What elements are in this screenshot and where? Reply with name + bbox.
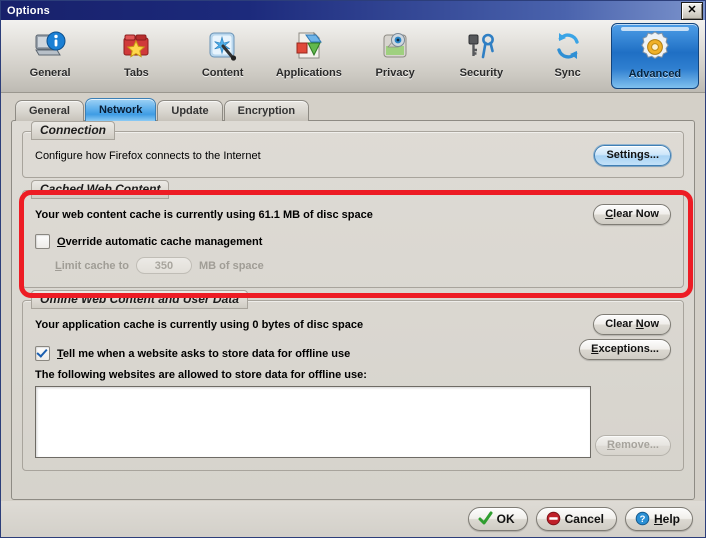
offline-web-content-group-title: Offline Web Content and User Data xyxy=(31,290,248,310)
connection-settings-button[interactable]: Settings... xyxy=(594,145,671,167)
limit-cache-row: Limit cache to 350 MB of space xyxy=(55,257,671,275)
toolbar-label-sync: Sync xyxy=(554,67,581,79)
override-cache-checkbox-row[interactable]: Override automatic cache management xyxy=(35,234,671,250)
content-cursor-icon xyxy=(205,28,241,64)
connection-group-title: Connection xyxy=(31,121,115,140)
override-cache-checkbox[interactable] xyxy=(35,234,50,250)
offline-list-row: Remove... xyxy=(35,381,671,459)
ok-button[interactable]: OK xyxy=(467,507,528,531)
tab-encryption[interactable]: Encryption xyxy=(223,100,310,121)
offline-usage-text: Your application cache is currently usin… xyxy=(35,318,364,331)
help-button[interactable]: ? Help xyxy=(624,507,693,531)
cache-usage-row: Your web content cache is currently usin… xyxy=(35,204,671,226)
toolbar-label-advanced: Advanced xyxy=(628,68,682,80)
options-dialog: Options ✕ General Tabs Content Applicati… xyxy=(0,0,706,538)
offline-web-content-group: Offline Web Content and User Data Your a… xyxy=(22,290,684,472)
offline-sites-listbox[interactable] xyxy=(35,386,591,459)
offline-notify-checkbox-row[interactable]: Tell me when a website asks to store dat… xyxy=(35,346,350,362)
limit-cache-input[interactable]: 350 xyxy=(135,257,192,275)
cache-usage-text: Your web content cache is currently usin… xyxy=(35,208,373,221)
connection-description: Configure how Firefox connects to the In… xyxy=(35,149,261,162)
cached-web-content-group: Cached Web Content Your web content cach… xyxy=(22,180,684,289)
question-mark-icon: ? xyxy=(635,511,650,526)
tab-network[interactable]: Network xyxy=(84,98,157,121)
cancel-button-label: Cancel xyxy=(564,511,604,526)
connection-group: Connection Configure how Firefox connect… xyxy=(22,121,684,179)
limit-cache-suffix: MB of space xyxy=(198,259,264,272)
toolbar-item-sync[interactable]: Sync xyxy=(525,23,611,89)
cancel-circle-icon xyxy=(546,511,561,526)
toolbar-item-general[interactable]: General xyxy=(7,23,93,89)
offline-remove-button: Remove... xyxy=(595,435,671,457)
advanced-gear-icon xyxy=(637,29,673,65)
toolbar-item-content[interactable]: Content xyxy=(180,23,266,89)
toolbar-label-applications: Applications xyxy=(275,67,342,79)
cancel-button[interactable]: Cancel xyxy=(535,507,617,531)
toolbar-label-privacy: Privacy xyxy=(375,67,415,79)
title-bar: Options ✕ xyxy=(1,1,705,20)
toolbar-label-security: Security xyxy=(459,67,504,79)
network-settings-panel: Connection Configure how Firefox connect… xyxy=(11,120,695,500)
offline-notify-checkbox[interactable] xyxy=(35,346,50,362)
computer-info-icon xyxy=(32,28,68,64)
settings-tabstrip: General Network Update Encryption xyxy=(15,98,705,121)
connection-row: Configure how Firefox connects to the In… xyxy=(35,145,671,167)
offline-list-caption: The following websites are allowed to st… xyxy=(35,369,367,382)
checkmark-icon xyxy=(478,511,493,526)
category-toolbar: General Tabs Content Applications Privac… xyxy=(1,20,705,93)
cache-clear-now-button[interactable]: Clear Now xyxy=(593,204,671,226)
toolbar-item-advanced[interactable]: Advanced xyxy=(610,23,699,89)
toolbar-label-content: Content xyxy=(201,67,244,79)
offline-usage-row: Your application cache is currently usin… xyxy=(35,314,671,336)
limit-cache-prefix: Limit cache to xyxy=(55,259,129,272)
tab-update[interactable]: Update xyxy=(157,100,223,121)
close-icon[interactable]: ✕ xyxy=(681,1,703,20)
toolbar-item-privacy[interactable]: Privacy xyxy=(352,23,438,89)
offline-exceptions-button[interactable]: Exceptions... xyxy=(579,338,671,360)
security-key-icon xyxy=(463,28,499,64)
offline-notify-row: Tell me when a website asks to store dat… xyxy=(35,337,671,362)
tab-general[interactable]: General xyxy=(15,100,84,121)
sync-arrows-icon xyxy=(550,28,586,64)
svg-text:?: ? xyxy=(640,514,646,525)
ok-button-label: OK xyxy=(496,511,515,526)
offline-clear-now-button[interactable]: Clear Now xyxy=(593,314,671,336)
privacy-mask-icon xyxy=(377,28,413,64)
applications-icon xyxy=(291,28,327,64)
toolbar-label-general: General xyxy=(29,67,71,79)
cached-web-content-group-title: Cached Web Content xyxy=(31,180,170,200)
toolbar-item-security[interactable]: Security xyxy=(438,23,524,89)
toolbar-item-applications[interactable]: Applications xyxy=(266,23,352,89)
help-button-label: Help xyxy=(653,511,680,526)
offline-notify-label[interactable]: Tell me when a website asks to store dat… xyxy=(57,348,350,360)
toolbar-item-tabs[interactable]: Tabs xyxy=(93,23,179,89)
dialog-button-bar: OK Cancel ? Help xyxy=(1,501,705,537)
tabs-star-icon xyxy=(118,28,154,64)
override-cache-label[interactable]: Override automatic cache management xyxy=(57,236,262,248)
window-title: Options xyxy=(7,4,50,17)
toolbar-label-tabs: Tabs xyxy=(123,67,149,79)
